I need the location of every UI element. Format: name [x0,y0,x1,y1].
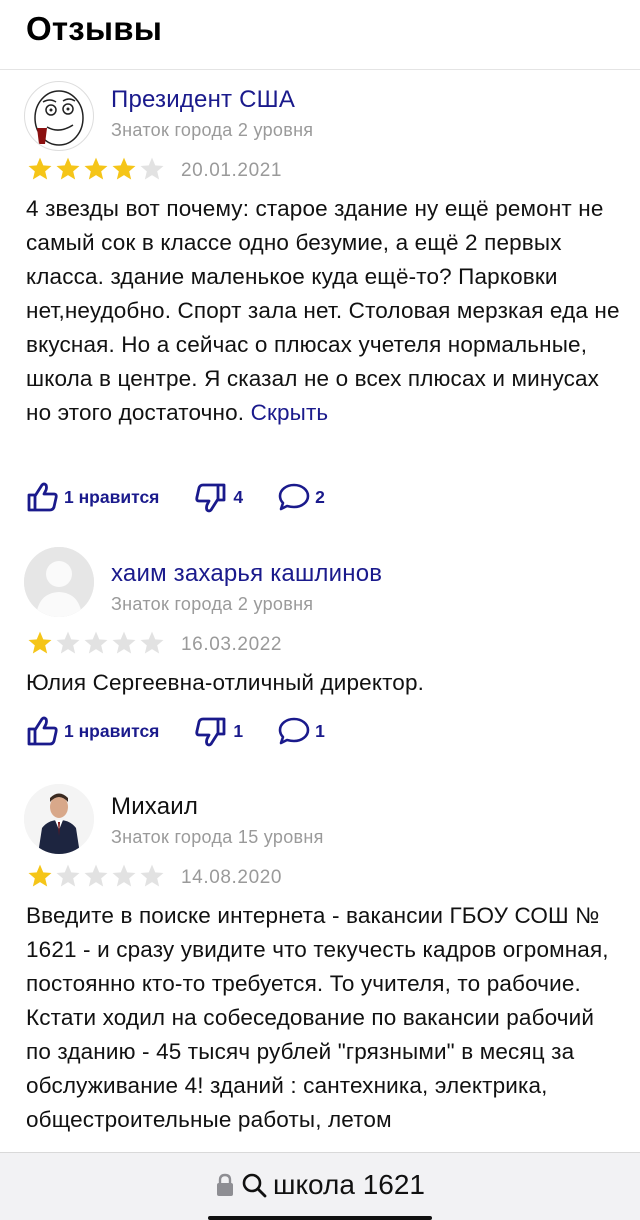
author-level: Знаток города 15 уровня [111,827,324,847]
star-filled-icon [84,157,108,180]
review-date: 20.01.2021 [181,160,283,181]
review-text: Юлия Сергеевна-отличный директор. [26,670,425,695]
review-text: Введите в поиске интернета - вакансии ГБ… [26,903,609,1132]
like-count: 1 нравится [64,486,160,507]
home-indicator [208,1216,432,1220]
star-empty-icon [112,631,136,654]
star-filled-icon [56,157,80,180]
user-photo-icon [24,784,94,854]
url-field[interactable]: школа 1621 [0,1169,640,1201]
review-date: 14.08.2020 [181,867,283,888]
thumbs-down-icon [195,717,226,747]
star-empty-icon [140,157,164,180]
comment-count: 2 [315,486,325,507]
rating-stars [26,863,166,889]
like-button[interactable]: 1 нравится [26,481,159,513]
rating-stars [26,630,166,656]
author-level: Знаток города 2 уровня [111,120,314,140]
review-author[interactable]: Президент США [111,86,295,114]
review-body: 4 звезды вот почему: старое здание ну ещ… [26,196,620,425]
search-icon [242,1173,267,1198]
review-author[interactable]: Михаил [111,793,198,821]
comment-button[interactable]: 2 [277,481,325,513]
review-actions: 1 нравится 1 1 [26,714,359,748]
thumbs-up-icon [27,482,58,512]
star-filled-icon [28,631,52,654]
avatar[interactable] [24,547,94,617]
thumbs-down-icon [195,483,226,513]
dislike-count: 4 [233,486,244,507]
troll-face-icon [34,90,84,146]
review-date: 16.03.2022 [181,634,283,655]
rating-stars [26,156,166,182]
star-empty-icon [56,864,80,887]
thumbs-up-icon [27,716,58,746]
dislike-button[interactable]: 1 [193,715,243,747]
dislike-count: 1 [233,720,244,741]
star-empty-icon [84,631,108,654]
star-filled-icon [28,864,52,887]
comment-bubble-icon [278,483,310,511]
comment-count: 1 [315,720,325,741]
review-actions: 1 нравится 4 2 [26,480,359,514]
avatar[interactable] [24,81,94,151]
hide-link[interactable]: Скрыть [251,400,329,425]
star-empty-icon [84,864,108,887]
review-author[interactable]: хаим захарья кашлинов [111,560,382,588]
comment-button[interactable]: 1 [277,715,325,747]
page-header: Отзывы [0,0,640,70]
star-empty-icon [56,631,80,654]
page-title: Отзывы [26,10,163,47]
avatar[interactable] [24,784,94,854]
url-text: школа 1621 [273,1169,425,1200]
lock-icon [217,1173,234,1196]
star-empty-icon [112,864,136,887]
like-count: 1 нравится [64,720,160,741]
like-button[interactable]: 1 нравится [26,715,159,747]
star-empty-icon [140,631,164,654]
browser-address-bar[interactable]: школа 1621 [0,1152,640,1220]
star-filled-icon [28,157,52,180]
comment-bubble-icon [278,717,310,745]
star-empty-icon [140,864,164,887]
default-user-icon [24,547,94,617]
dislike-button[interactable]: 4 [193,481,243,513]
review-text: 4 звезды вот почему: старое здание ну ещ… [26,192,622,430]
star-filled-icon [112,157,136,180]
author-level: Знаток города 2 уровня [111,594,314,614]
